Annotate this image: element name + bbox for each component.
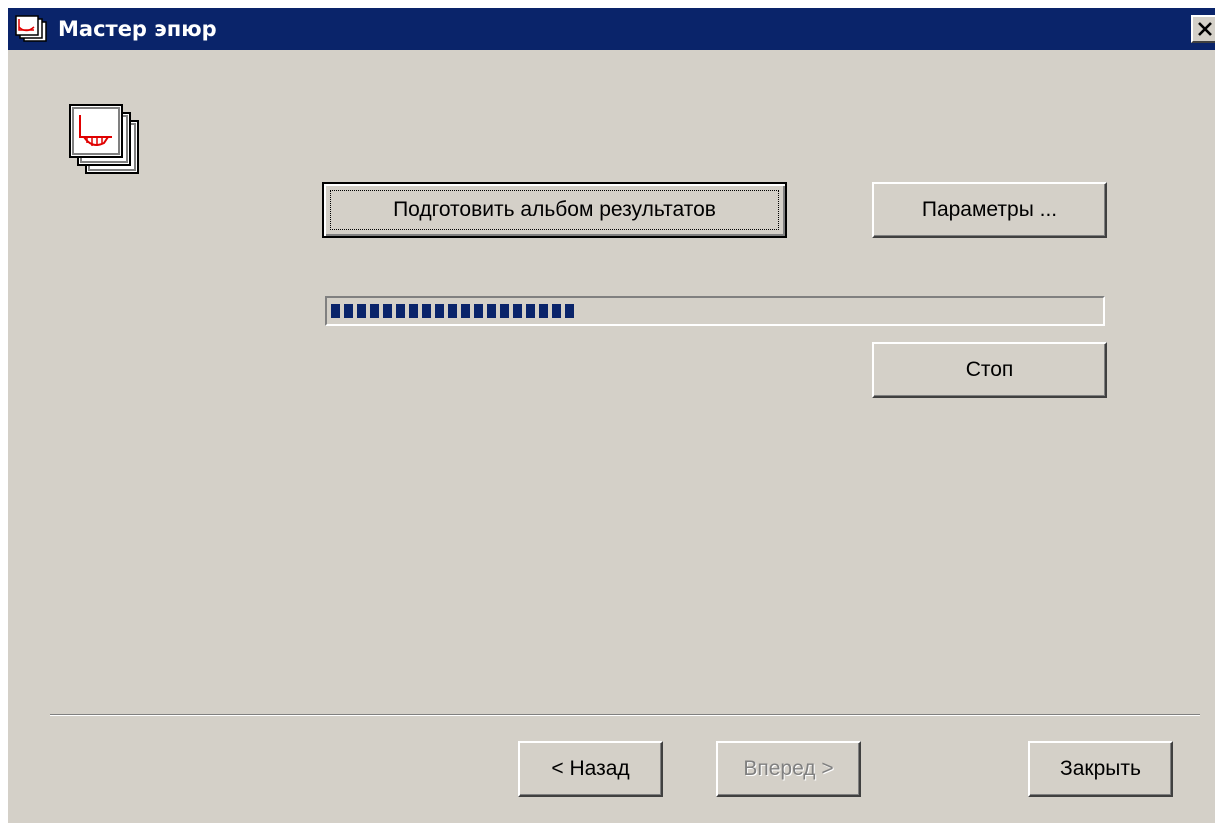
wizard-diagrams-icon [15, 15, 47, 42]
stop-button[interactable]: Стоп [872, 342, 1107, 398]
progress-bar-fill [331, 304, 574, 318]
progress-bar [325, 296, 1105, 326]
stacked-diagram-pages-icon [69, 104, 139, 174]
footer-separator [50, 714, 1200, 716]
stop-label: Стоп [965, 358, 1014, 381]
title-bar[interactable]: Мастер эпюр [8, 8, 1215, 50]
close-x-icon [1198, 22, 1212, 36]
back-label: < Назад [551, 757, 630, 780]
close-button[interactable]: Закрыть [1028, 741, 1173, 797]
parameters-label: Параметры ... [921, 198, 1058, 221]
next-label: Вперед > [743, 757, 834, 780]
wizard-window: Мастер эпюр Подготовить альбом результат… [8, 8, 1215, 823]
parameters-button[interactable]: Параметры ... [872, 182, 1107, 238]
close-label: Закрыть [1060, 757, 1141, 780]
close-window-button[interactable] [1191, 15, 1215, 43]
window-title: Мастер эпюр [58, 17, 217, 41]
prepare-album-button[interactable]: Подготовить альбом результатов [322, 182, 787, 238]
prepare-album-label: Подготовить альбом результатов [393, 198, 716, 221]
next-button[interactable]: Вперед > [716, 741, 861, 797]
back-button[interactable]: < Назад [518, 741, 663, 797]
